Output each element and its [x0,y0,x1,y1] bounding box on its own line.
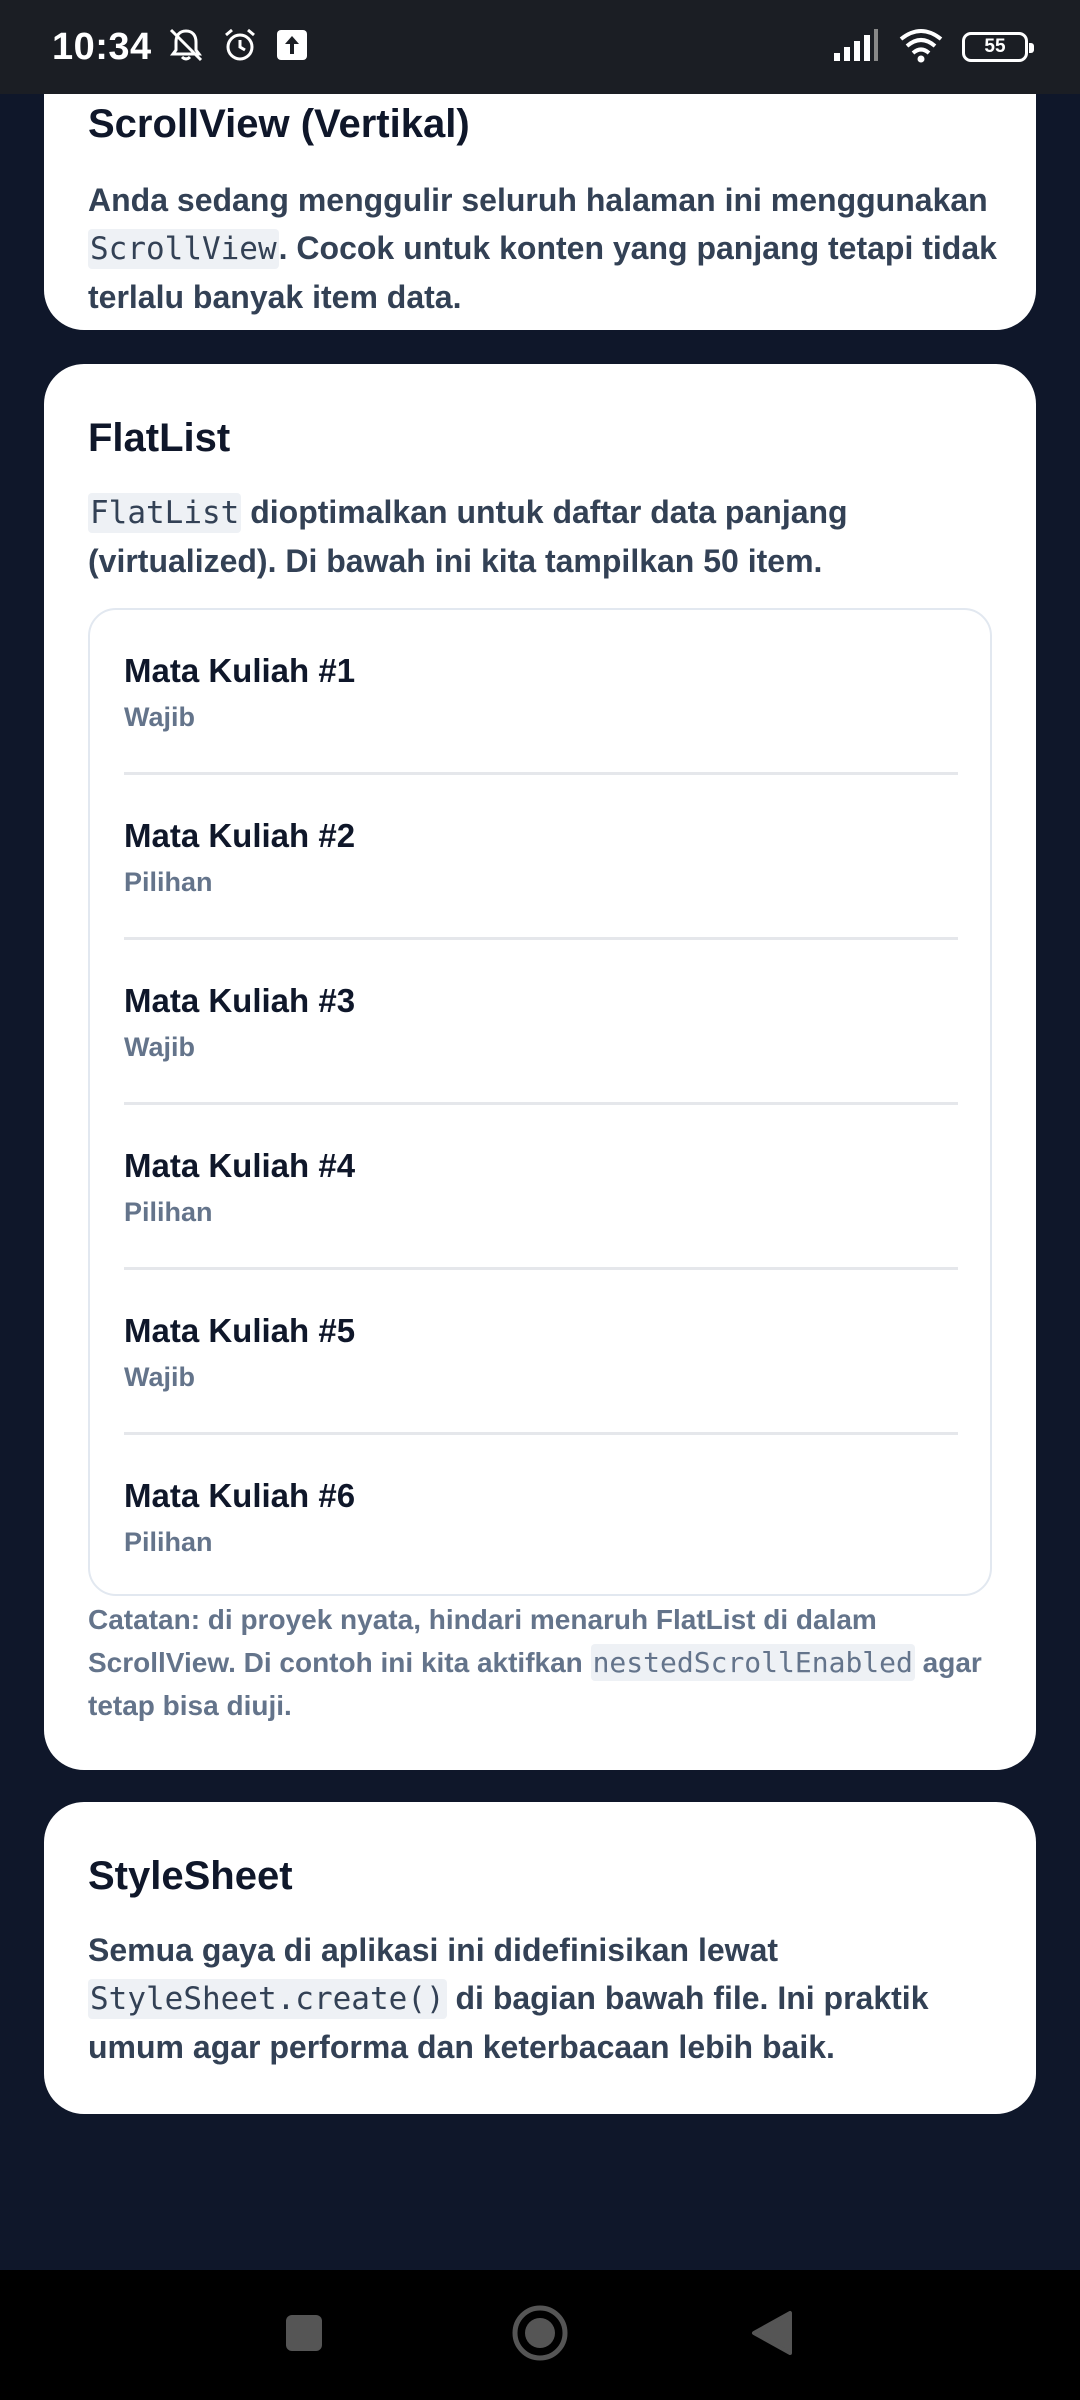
list-item-type: Wajib [124,1032,195,1062]
stylesheet-card-title: StyleSheet [88,1854,293,1898]
course-list[interactable]: Mata Kuliah #1 Wajib Mata Kuliah #2 Pili… [88,608,992,1596]
stylesheet-card: StyleSheet Semua gaya di aplikasi ini di… [44,1802,1036,2114]
list-item[interactable]: Mata Kuliah #6 Pilihan [124,1435,958,1594]
list-item-type: Pilihan [124,867,213,897]
list-item[interactable]: Mata Kuliah #3 Wajib [124,940,958,1105]
list-item[interactable]: Mata Kuliah #5 Wajib [124,1270,958,1435]
notifications-off-icon [166,25,206,70]
scrollview-card-text: Anda sedang menggulir seluruh halaman in… [88,176,1008,321]
status-bar: 10:34 55 [0,0,1080,94]
list-item-title: Mata Kuliah #3 [124,982,356,1019]
flatlist-card-text: FlatList dioptimalkan untuk daftar data … [88,488,1008,585]
flatlist-card-title: FlatList [88,416,231,460]
home-button[interactable] [480,2270,600,2400]
list-item-type: Wajib [124,702,195,732]
list-item-title: Mata Kuliah #6 [124,1477,356,1514]
upload-icon [274,27,310,68]
list-item-type: Pilihan [124,1197,213,1227]
recents-square-icon [284,2313,324,2358]
home-circle-icon [510,2303,570,2368]
list-item-title: Mata Kuliah #1 [124,652,356,689]
scrollview-code: ScrollView [88,229,279,269]
flatlist-note: Catatan: di proyek nyata, hindari menaru… [88,1598,1008,1727]
recents-button[interactable] [244,2270,364,2400]
status-left: 10:34 [52,25,310,70]
list-item[interactable]: Mata Kuliah #2 Pilihan [124,775,958,940]
note-code: nestedScrollEnabled [590,1644,915,1681]
list-item-title: Mata Kuliah #2 [124,817,356,854]
system-nav-bar [0,2270,1080,2400]
back-triangle-icon [750,2309,794,2362]
list-item-type: Wajib [124,1362,195,1392]
list-item-title: Mata Kuliah #4 [124,1147,356,1184]
list-item[interactable]: Mata Kuliah #4 Pilihan [124,1105,958,1270]
app-screen: ScrollView (Vertikal) Anda sedang menggu… [0,0,1080,2400]
alarm-icon [220,25,260,70]
wifi-icon [898,27,944,68]
list-item-type: Pilihan [124,1527,213,1557]
status-right: 55 [832,27,1034,68]
stylesheet-code: StyleSheet.create() [88,1979,447,2019]
list-item-title: Mata Kuliah #5 [124,1312,356,1349]
scrollview-card-title: ScrollView (Vertikal) [88,102,470,146]
stylesheet-card-text: Semua gaya di aplikasi ini didefinisikan… [88,1926,1008,2071]
back-button[interactable] [712,2270,832,2400]
signal-icon [832,27,880,68]
clock: 10:34 [52,25,152,68]
flatlist-card: FlatList FlatList dioptimalkan untuk daf… [44,364,1036,1770]
scrollview-text-before: Anda sedang menggulir seluruh halaman in… [88,182,988,218]
battery-icon: 55 [962,32,1034,62]
flatlist-code: FlatList [88,493,242,533]
list-item[interactable]: Mata Kuliah #1 Wajib [124,610,958,775]
stylesheet-text-before: Semua gaya di aplikasi ini didefinisikan… [88,1932,779,1968]
battery-level: 55 [984,36,1006,57]
